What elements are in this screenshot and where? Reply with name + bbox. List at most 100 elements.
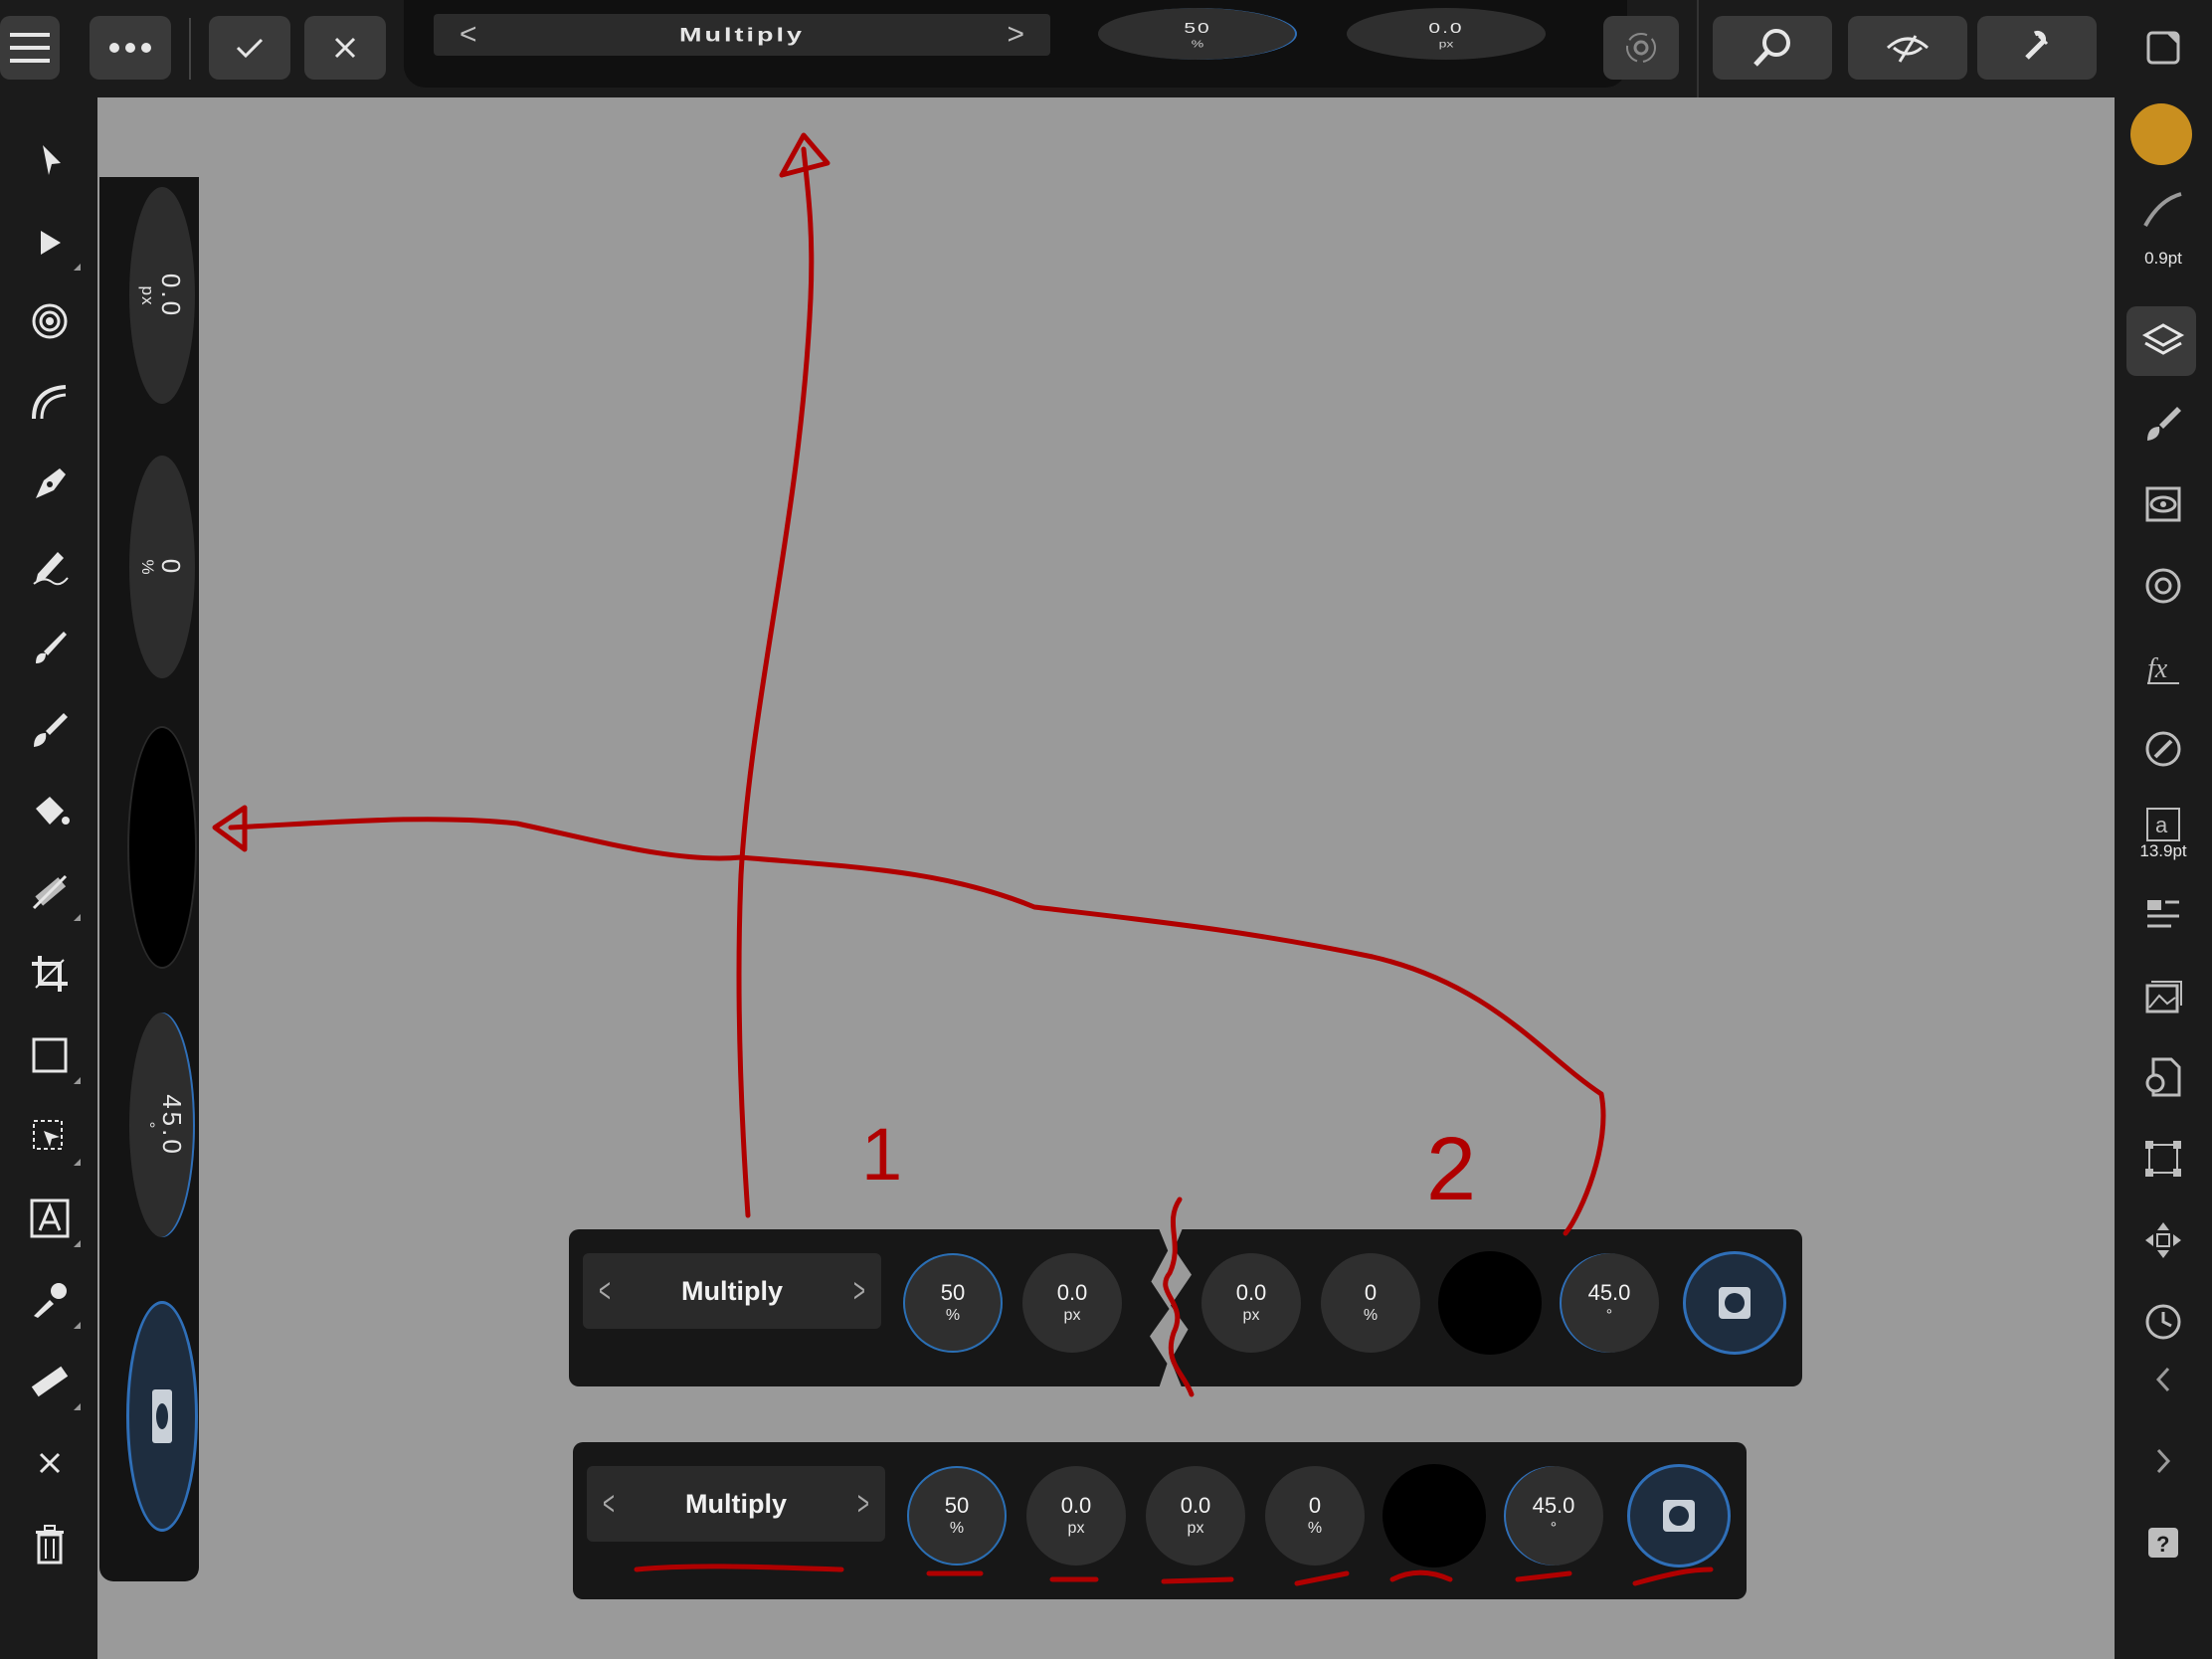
- history-tab[interactable]: [2138, 1297, 2188, 1347]
- more-button[interactable]: [90, 16, 171, 80]
- full-intensity-dial[interactable]: 0%: [1265, 1466, 1365, 1566]
- marquee-tool[interactable]: [25, 1112, 81, 1166]
- crop-tool[interactable]: [25, 949, 75, 999]
- full-color-swatch[interactable]: [1382, 1464, 1486, 1567]
- hamburger-icon: [10, 33, 50, 63]
- measure-tool[interactable]: [25, 1357, 81, 1410]
- dial-value: 0.0: [1180, 1493, 1211, 1518]
- blend-mode-label: Multiply: [679, 23, 805, 46]
- sync-settings-button[interactable]: [1603, 16, 1679, 80]
- ellipsis-icon: [109, 43, 151, 53]
- vertical-angle-dial[interactable]: 45.0 °: [129, 1013, 195, 1237]
- delete-button[interactable]: [25, 1520, 75, 1569]
- split-radius-dial[interactable]: 0.0 px: [1201, 1253, 1301, 1353]
- dial-unit: °: [1550, 1520, 1558, 1537]
- cancel-button[interactable]: [304, 16, 386, 80]
- view-tool-button[interactable]: [1713, 16, 1832, 80]
- stock-tab[interactable]: [2138, 971, 2188, 1020]
- rectangle-tool[interactable]: [25, 1030, 81, 1084]
- navigator-tab[interactable]: [2138, 1215, 2188, 1265]
- pen-tool[interactable]: [25, 460, 75, 509]
- brushes-tab[interactable]: [2138, 398, 2188, 448]
- blend-next-arrow[interactable]: >: [1007, 18, 1024, 52]
- split-opacity-dial[interactable]: 50%: [903, 1253, 1003, 1353]
- brush-width-button[interactable]: [2138, 185, 2188, 235]
- selection-brush-tool[interactable]: [25, 296, 75, 346]
- move-tool[interactable]: [25, 135, 75, 185]
- commit-button[interactable]: [209, 16, 290, 80]
- vertical-offset-dial[interactable]: 0.0 px: [129, 187, 195, 404]
- split-blend-mode-selector[interactable]: < Multiply >: [583, 1253, 881, 1329]
- top-offset-dial[interactable]: 0.0 px: [1347, 8, 1546, 60]
- contour-tool[interactable]: [25, 378, 75, 428]
- document-settings-tab[interactable]: [2138, 1052, 2188, 1102]
- full-opacity-dial[interactable]: 50%: [907, 1466, 1007, 1566]
- paint-brush-tool[interactable]: [25, 704, 75, 754]
- full-radius-dial[interactable]: 0.0 px: [1146, 1466, 1245, 1566]
- expand-panel-button[interactable]: [2138, 1436, 2188, 1486]
- full-offset-dial[interactable]: 0.0 px: [1026, 1466, 1126, 1566]
- brush-width-label: 0.9pt: [2144, 249, 2182, 268]
- vertical-offset-value: 0.0: [156, 273, 187, 318]
- color-swatch[interactable]: [2130, 103, 2192, 165]
- eyedropper-icon: [34, 1283, 67, 1318]
- collapse-panel-button[interactable]: [2138, 1355, 2188, 1404]
- svg-text:fx: fx: [2147, 653, 2168, 684]
- chevron-right-icon[interactable]: >: [853, 1272, 865, 1311]
- gradient-tool[interactable]: [25, 867, 81, 921]
- adjustments-tab[interactable]: [2138, 479, 2188, 529]
- chevron-right-icon[interactable]: >: [857, 1485, 869, 1524]
- vector-brush-tool[interactable]: [25, 623, 75, 672]
- styles-tab[interactable]: [2138, 724, 2188, 774]
- vertical-color-swatch[interactable]: [129, 728, 195, 967]
- full-shape-button[interactable]: [1627, 1464, 1731, 1567]
- fill-tool[interactable]: [25, 786, 75, 835]
- split-color-swatch[interactable]: [1438, 1251, 1542, 1355]
- vertical-percent-dial[interactable]: 0%: [129, 456, 195, 678]
- frame-text-icon: [30, 1198, 70, 1238]
- transform-tab[interactable]: [2138, 1134, 2188, 1184]
- pen-nib-icon: [36, 468, 66, 498]
- stroke-curve-icon: [2143, 192, 2182, 227]
- split-offset-dial[interactable]: 0.0 px: [1022, 1253, 1122, 1353]
- full-blend-mode-selector[interactable]: < Multiply >: [587, 1466, 885, 1542]
- document-corner-icon: [2146, 31, 2180, 65]
- live-filters-tab[interactable]: [2138, 561, 2188, 611]
- close-context-button[interactable]: [25, 1438, 75, 1488]
- hamburger-menu-button[interactable]: [0, 16, 60, 80]
- full-angle-dial[interactable]: 45.0 °: [1504, 1466, 1603, 1566]
- pencil-tool[interactable]: [25, 541, 75, 591]
- color-picker-tool[interactable]: [25, 1275, 81, 1329]
- vertical-arrowhead: [779, 132, 830, 178]
- dial-unit: px: [1067, 1520, 1085, 1537]
- trash-icon: [36, 1525, 64, 1565]
- text-tool[interactable]: [25, 1194, 81, 1247]
- node-tool[interactable]: [25, 217, 81, 271]
- shape-square-icon: [152, 1389, 172, 1443]
- layers-icon: [2141, 323, 2185, 355]
- dial-value: 50: [940, 1280, 966, 1305]
- help-button[interactable]: ?: [2138, 1518, 2188, 1567]
- blend-prev-arrow[interactable]: <: [460, 18, 477, 52]
- chevron-left-icon[interactable]: <: [599, 1272, 611, 1311]
- document-button[interactable]: [2134, 16, 2192, 80]
- effects-tab[interactable]: fx: [2138, 643, 2188, 692]
- split-intensity-dial[interactable]: 0%: [1321, 1253, 1420, 1353]
- layers-tab[interactable]: [2138, 316, 2188, 366]
- dial-value: 0.0: [1235, 1280, 1267, 1305]
- split-angle-dial[interactable]: 45.0 °: [1560, 1253, 1659, 1353]
- vertical-shape-button[interactable]: [126, 1301, 198, 1532]
- transform-box-icon: [2145, 1141, 2181, 1177]
- split-shape-button[interactable]: [1683, 1251, 1786, 1355]
- magnet-icon: [2025, 30, 2049, 60]
- top-context-toolbar: < Multiply > 50 % 0.0 px: [404, 0, 1627, 88]
- paragraph-tab[interactable]: [2138, 889, 2188, 939]
- chevron-left-icon[interactable]: <: [603, 1485, 615, 1524]
- ink-annotation-layer: 1 2: [212, 132, 1714, 1586]
- context-toolbar-full: < Multiply > 50% 0.0 px 0.0 px 0% 45.0 °: [573, 1442, 1747, 1599]
- top-opacity-dial[interactable]: 50 %: [1098, 8, 1297, 60]
- blend-mode-selector[interactable]: < Multiply >: [434, 14, 1050, 56]
- snapping-button[interactable]: [1977, 16, 2097, 80]
- paint-brush-icon: [34, 713, 68, 747]
- quickmask-button[interactable]: [1848, 16, 1967, 80]
